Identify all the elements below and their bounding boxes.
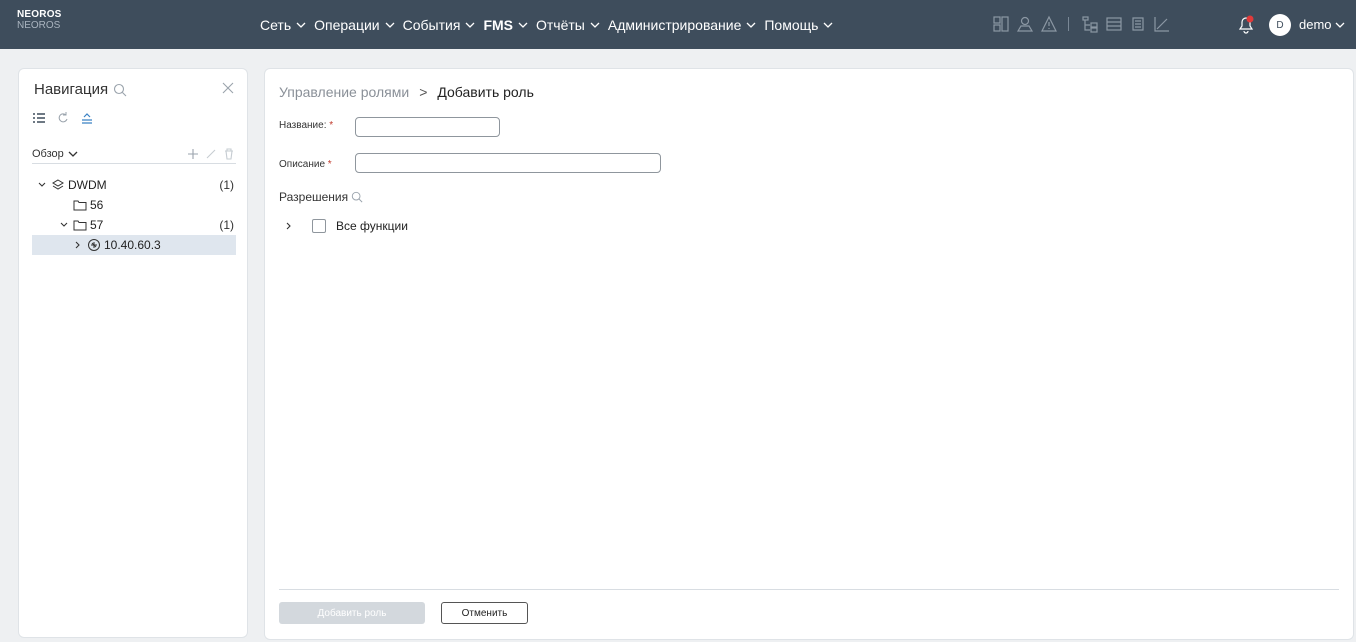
- chevron-down-icon: [518, 22, 528, 28]
- menu-label: Помощь: [764, 16, 819, 33]
- breadcrumb-separator: >: [419, 84, 428, 100]
- tree-node-10-40-60-3[interactable]: 10.40.60.3: [32, 235, 236, 255]
- close-icon[interactable]: [221, 81, 235, 95]
- tree-node-label: 56: [90, 198, 104, 212]
- menu-item-help[interactable]: Помощь: [764, 17, 833, 33]
- navigation-tree: DWDM (1) 56 57 (1) 10.40.60.3: [32, 175, 236, 255]
- menu-item-operations[interactable]: Операции: [314, 17, 395, 33]
- delete-icon[interactable]: [222, 147, 236, 161]
- folder-icon: [73, 200, 87, 211]
- tree-node-label: DWDM: [68, 178, 107, 192]
- table-icon[interactable]: [1103, 13, 1125, 35]
- add-icon[interactable]: [186, 147, 200, 161]
- menu-label: Операции: [314, 16, 380, 33]
- tree-node-label: 57: [90, 218, 104, 232]
- permissions-header: Разрешения: [279, 190, 363, 204]
- map-icon[interactable]: [1014, 13, 1036, 35]
- nav-header: Навигация: [34, 81, 127, 98]
- folder-icon: [73, 220, 87, 231]
- collapse-all-icon[interactable]: [80, 111, 94, 125]
- alarm-icon[interactable]: [1038, 13, 1060, 35]
- main-menu: Сеть Операции События FMS Отчёты Админис…: [260, 0, 841, 49]
- tree-icon[interactable]: [1079, 13, 1101, 35]
- required-mark: *: [327, 159, 332, 170]
- menu-item-events[interactable]: События: [403, 17, 476, 33]
- search-icon[interactable]: [113, 83, 127, 97]
- brand-logo[interactable]: NEOROS NEOROS: [17, 9, 62, 31]
- tree-node-dwdm[interactable]: DWDM (1): [32, 175, 236, 195]
- chevron-down-icon: [385, 22, 395, 28]
- overview-label: Обзор: [32, 147, 64, 160]
- toolbar-icons: [990, 13, 1175, 35]
- inventory-icon[interactable]: [1127, 13, 1149, 35]
- brand-name: NEOROS: [17, 9, 62, 20]
- chevron-down-icon: [746, 22, 756, 28]
- notifications-bell-icon[interactable]: [1237, 15, 1255, 35]
- required-mark: *: [329, 120, 334, 131]
- main-panel: Управление ролями > Добавить роль Назван…: [264, 68, 1354, 640]
- overview-dropdown[interactable]: Обзор: [32, 148, 78, 160]
- overview-actions: [182, 147, 236, 161]
- chevron-right-icon[interactable]: [284, 221, 294, 231]
- breadcrumb-parent[interactable]: Управление ролями: [279, 84, 409, 100]
- menu-label: Сеть: [260, 16, 292, 33]
- breadcrumb: Управление ролями > Добавить роль: [279, 84, 534, 100]
- permission-all-functions: Все функции: [284, 219, 408, 233]
- name-label: Название: *: [279, 120, 333, 131]
- name-field[interactable]: [355, 117, 500, 137]
- menu-item-reports[interactable]: Отчёты: [536, 17, 600, 33]
- tree-node-count: (1): [219, 218, 234, 232]
- chevron-down-icon: [823, 22, 833, 28]
- top-bar: NEOROS NEOROS Сеть Операции События FMS …: [0, 0, 1356, 49]
- menu-item-fms[interactable]: FMS: [483, 17, 528, 33]
- chevron-down-icon: [296, 22, 306, 28]
- overview-bar: Обзор: [32, 144, 236, 164]
- menu-item-network[interactable]: Сеть: [260, 17, 306, 33]
- tree-node-label: 10.40.60.3: [104, 238, 161, 252]
- avatar[interactable]: D: [1269, 14, 1291, 36]
- chart-icon[interactable]: [1151, 13, 1173, 35]
- search-icon[interactable]: [351, 191, 363, 203]
- device-icon: [88, 239, 100, 251]
- chevron-down-icon: [590, 22, 600, 28]
- layers-icon: [52, 179, 64, 190]
- cancel-button[interactable]: Отменить: [441, 602, 528, 624]
- description-label-text: Описание: [279, 159, 326, 170]
- nav-title: Навигация: [34, 81, 109, 98]
- user-menu[interactable]: demo: [1299, 17, 1345, 32]
- permissions-title: Разрешения: [279, 190, 349, 204]
- chevron-down-icon[interactable]: [37, 180, 47, 190]
- brand-subname: NEOROS: [17, 20, 61, 31]
- edit-icon[interactable]: [204, 147, 218, 161]
- tree-node-count: (1): [219, 178, 234, 192]
- description-field[interactable]: [355, 153, 661, 173]
- add-role-button[interactable]: Добавить роль: [279, 602, 425, 624]
- menu-label: FMS: [483, 16, 513, 33]
- navigation-panel: Навигация Обзор DWDM (1) 56 57 (1) 10.40…: [18, 68, 248, 638]
- chevron-down-icon[interactable]: [59, 220, 69, 230]
- toolbar-divider: [1068, 17, 1069, 31]
- refresh-icon[interactable]: [56, 111, 70, 125]
- name-label-text: Название:: [279, 120, 327, 131]
- footer-divider: [279, 589, 1339, 590]
- nav-toolbar: [32, 111, 104, 125]
- menu-label: События: [402, 16, 461, 33]
- chevron-right-icon[interactable]: [73, 240, 83, 250]
- list-view-icon[interactable]: [32, 111, 46, 125]
- chevron-down-icon: [68, 151, 78, 157]
- description-label: Описание *: [279, 159, 332, 170]
- menu-label: Администрирование: [607, 16, 742, 33]
- tree-node-57[interactable]: 57 (1): [32, 215, 236, 235]
- chevron-down-icon: [1335, 22, 1344, 28]
- user-name: demo: [1299, 17, 1332, 32]
- breadcrumb-current: Добавить роль: [437, 84, 534, 100]
- menu-item-administration[interactable]: Администрирование: [608, 17, 757, 33]
- tree-node-56[interactable]: 56: [32, 195, 236, 215]
- menu-label: Отчёты: [536, 16, 585, 33]
- chevron-down-icon: [465, 22, 475, 28]
- all-functions-label: Все функции: [336, 219, 408, 233]
- all-functions-checkbox[interactable]: [312, 219, 326, 233]
- topology-icon[interactable]: [990, 13, 1012, 35]
